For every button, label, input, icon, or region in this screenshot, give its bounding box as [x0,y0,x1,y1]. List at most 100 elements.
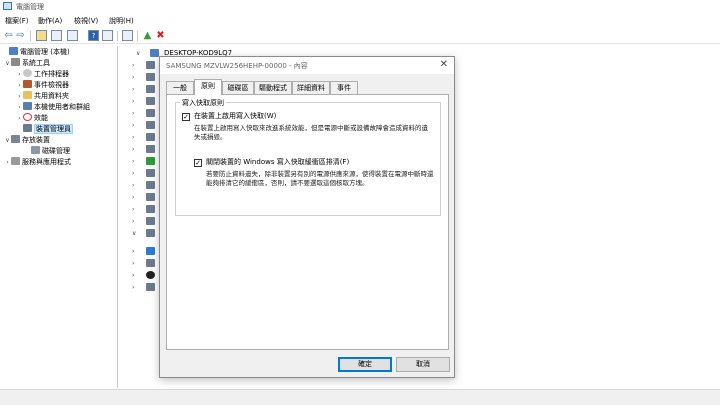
chevron-right-icon[interactable]: › [132,96,140,107]
forward-arrow-icon[interactable]: ⇨ [15,30,26,41]
display-adapter-icon [146,97,155,105]
chevron-right-icon[interactable]: › [132,270,140,281]
chevron-right-icon[interactable]: › [16,69,23,80]
chevron-right-icon[interactable]: › [132,84,140,95]
chevron-right-icon[interactable]: › [132,144,140,155]
group-title: 寫入快取原則 [180,98,226,108]
bluetooth-icon [146,271,155,279]
storage-controller-icon [146,229,155,237]
turn-off-buffer-flush-description: 若要防止資料遺失，除非裝置另有別的電源供應來源，使得裝置在電源中斷時還能夠排清它… [206,170,434,187]
shared-folder-icon [23,91,32,99]
update-driver-icon[interactable]: ▲ [142,30,153,41]
up-folder-icon[interactable] [36,30,47,41]
tab-details[interactable]: 詳細資料 [292,81,330,94]
ok-button[interactable]: 確定 [338,357,392,372]
back-arrow-icon[interactable]: ⇦ [3,30,14,41]
menu-view[interactable]: 檢視(V) [74,16,98,26]
keyboard-icon [146,145,155,153]
turn-off-buffer-flush-checkbox[interactable]: ✓ [194,159,202,167]
monitor-icon [146,181,155,189]
enable-write-cache-label[interactable]: 在裝置上啟用寫入快取(W) [194,112,276,121]
tree-item-system-tools[interactable]: ∨ 系統工具 [4,58,50,69]
processor-icon [146,157,155,165]
chevron-right-icon[interactable]: › [132,216,140,227]
chevron-right-icon[interactable]: › [132,132,140,143]
chevron-down-icon[interactable]: ∨ [136,48,144,59]
chevron-right-icon[interactable]: › [132,282,140,293]
chevron-right-icon[interactable]: › [16,102,23,113]
enable-write-cache-description: 在裝置上啟用寫入快取來改進系統效能，但是電源中斷或設備故障會造成資料的遺失或損毀… [194,124,428,141]
chevron-right-icon[interactable]: › [132,246,140,257]
system-device-icon [146,247,155,255]
tree-item-device-manager[interactable]: 裝置管理員 [16,124,73,135]
chevron-right-icon[interactable]: › [132,156,140,167]
chevron-right-icon[interactable]: › [132,192,140,203]
tab-volumes[interactable]: 磁碟區 [222,81,254,94]
toolbar-separator [117,31,118,41]
chevron-right-icon[interactable]: › [16,80,23,91]
properties-dialog: SAMSUNG MZVLW256HEHP-00000 - 內容 ✕ 一般 原則 … [159,56,455,378]
menu-help[interactable]: 說明(H) [109,16,134,26]
tree-item-event-viewer[interactable]: › 事件檢視器 [16,80,69,91]
policies-panel: 寫入快取原則 ✓ 在裝置上啟用寫入快取(W) 在裝置上啟用寫入快取來改進系統效能… [166,94,449,350]
tree-item-computer-management[interactable]: 電腦管理 (本機) [2,47,70,58]
properties-icon[interactable] [67,30,78,41]
menu-file[interactable]: 檔案(F) [5,16,29,26]
chevron-right-icon[interactable]: › [132,258,140,269]
tree-item-services-apps[interactable]: › 服務與應用程式 [4,157,71,168]
print-queue-icon [146,217,155,225]
chevron-down-icon[interactable]: ∨ [4,135,11,146]
performance-icon [23,113,32,121]
menu-action[interactable]: 動作(A) [38,16,62,26]
tab-driver[interactable]: 驅動程式 [254,81,292,94]
chevron-down-icon[interactable]: ∨ [132,228,140,239]
chevron-right-icon[interactable]: › [16,113,23,124]
turn-off-buffer-flush-label[interactable]: 關閉裝置的 Windows 寫入快取緩衝區排清(F) [206,158,349,167]
toolbar: ⇦ ⇨ ? ▲ ✖ [0,28,720,44]
chevron-down-icon[interactable]: ∨ [4,58,11,69]
chevron-right-icon[interactable]: › [132,60,140,71]
dialog-title-bar: SAMSUNG MZVLW256HEHP-00000 - 內容 ✕ [160,57,454,74]
chevron-right-icon[interactable]: › [132,168,140,179]
mouse-icon [146,169,155,177]
chevron-right-icon[interactable]: › [16,91,23,102]
help-icon[interactable]: ? [88,30,99,41]
toolbar-separator [137,31,138,41]
hid-icon [146,121,155,129]
users-icon [23,102,32,110]
computer-icon [9,47,18,55]
cancel-button[interactable]: 取消 [396,357,450,372]
tree-item-shared-folders[interactable]: › 共用資料夾 [16,91,69,102]
tree-item-storage[interactable]: ∨ 存放裝置 [4,135,50,146]
tree-item-task-scheduler[interactable]: › 工作排程器 [16,69,69,80]
services-icon [11,157,20,165]
tree-item-performance[interactable]: › 效能 [16,113,48,124]
enable-write-cache-checkbox[interactable]: ✓ [182,113,190,121]
tree-item-local-users[interactable]: › 本機使用者和群組 [16,102,90,113]
scan-hardware-icon[interactable] [122,30,133,41]
dialog-title: SAMSUNG MZVLW256HEHP-00000 - 內容 [166,62,308,70]
ports-icon [146,205,155,213]
chevron-right-icon[interactable]: › [132,72,140,83]
computer-management-icon [3,2,12,10]
chevron-right-icon[interactable]: › [132,108,140,119]
device-manager-icon [23,124,32,132]
tab-events[interactable]: 事件 [330,81,358,94]
close-icon[interactable]: ✕ [440,59,448,70]
chevron-right-icon[interactable]: › [132,180,140,191]
delete-x-icon[interactable]: ✖ [155,30,166,41]
disk-icon [31,146,40,154]
tab-policies[interactable]: 原則 [194,79,222,95]
computer-icon [150,49,159,57]
tree-item-disk-management[interactable]: 磁碟管理 [24,146,70,157]
firmware-icon [146,109,155,117]
title-bar: 電腦管理 [0,0,720,13]
write-cache-group: 寫入快取原則 ✓ 在裝置上啟用寫入快取(W) 在裝置上啟用寫入快取來改進系統效能… [175,98,441,216]
chevron-right-icon[interactable]: › [132,120,140,131]
chevron-right-icon[interactable]: › [132,204,140,215]
chevron-right-icon[interactable]: › [4,157,11,168]
show-hide-tree-icon[interactable] [51,30,62,41]
navigation-tree: 電腦管理 (本機) ∨ 系統工具 › 工作排程器 › 事件檢視器 › 共用資料夾 › 本機… [0,46,118,388]
tab-general[interactable]: 一般 [166,81,194,94]
action-pane-icon[interactable] [102,30,113,41]
